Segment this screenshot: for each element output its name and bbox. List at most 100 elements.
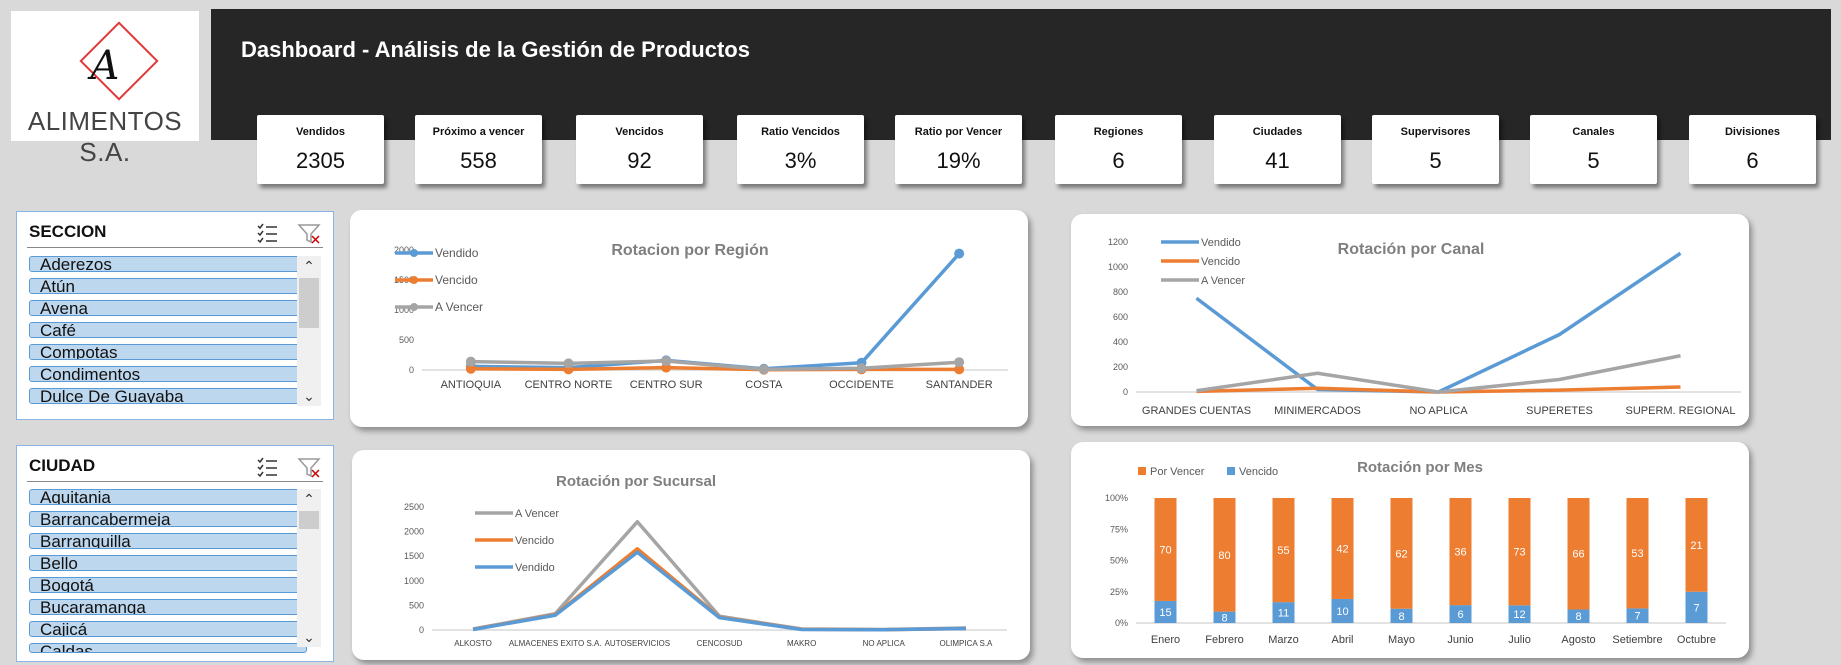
kpi-label: Canales [1572,126,1615,138]
legend-marker [410,303,418,311]
slicer-item[interactable]: Bogotá [29,577,307,593]
kpi-value: 92 [627,148,652,173]
slicer-item[interactable]: Barranquilla [29,533,307,549]
scrollbar[interactable]: ⌃ ⌄ [297,489,321,647]
slicer-item[interactable]: Dulce De Guayaba [29,388,307,404]
slicer-item[interactable]: Bucaramanga [29,599,307,615]
kpi-value: 3% [784,148,817,173]
scrollbar-thumb[interactable] [299,278,319,328]
x-tick-label: Julio [1508,634,1531,646]
chart-title: Rotación por Sucursal [556,473,716,490]
series-line-a-vencer [1196,354,1681,394]
scroll-down-icon[interactable]: ⌄ [297,386,321,406]
page-title: Dashboard - Análisis de la Gestión de Pr… [241,37,750,62]
kpi-card-vencidos: Vencidos 92 [576,115,703,184]
x-tick-label: CENTRO NORTE [525,379,613,391]
y-tick-label: 25% [1110,587,1128,597]
kpi-label: Próximo a vencer [432,126,525,138]
x-tick-label: OCCIDENTE [829,379,894,391]
multi-select-icon[interactable] [256,222,278,244]
legend-label: Vendido [1201,237,1241,249]
kpi-card-regiones: Regiones 6 [1055,115,1182,184]
y-tick-label: 75% [1110,524,1128,534]
y-tick-label: 50% [1110,556,1128,566]
legend-label: Vencido [515,535,554,547]
legend-label: A Vencer [515,508,559,520]
legend-label: Vendido [435,246,479,260]
kpi-value: 558 [460,148,497,173]
scrollbar-thumb[interactable] [299,511,319,529]
slicer-item[interactable]: Avena [29,300,307,316]
multi-select-icon[interactable] [256,456,278,478]
slicer-item[interactable]: Bello [29,555,307,571]
slicer-header: SECCION [27,220,323,248]
kpi-label: Divisiones [1724,126,1781,138]
y-tick-label: 1000 [404,576,424,586]
data-label: 8 [1398,611,1404,623]
data-label: 80 [1218,550,1230,562]
kpi-card-ratio-vencidos: Ratio Vencidos 3% [737,115,864,184]
y-tick-label: 0 [1123,387,1128,397]
chart-card-mes: Rotación por Mes 0% 25% 50% 75% 100% 15 70 Enero… [1071,442,1749,658]
y-tick-label: 500 [409,600,424,610]
slicer-title: SECCION [29,222,107,241]
kpi-card-divisiones: Divisiones 6 [1689,115,1816,184]
kpi-label: Ciudades [1252,126,1303,138]
y-tick-label: 600 [1113,312,1128,322]
kpi-label: Regiones [1093,126,1144,138]
legend-marker [410,249,418,257]
x-tick-label: SANTANDER [926,379,993,391]
legend-label: Vencido [1239,466,1278,478]
chart-rotacion-por-region: Rotacion por Región0500100015002000ANTIO… [394,242,1008,391]
slicer-item[interactable]: Café [29,322,307,338]
slicer-item[interactable]: Compotas [29,344,307,360]
x-tick-label: Abril [1331,634,1353,646]
data-label: 66 [1572,549,1584,561]
legend-swatch [1227,467,1235,475]
y-tick-label: 100% [1105,493,1128,503]
data-label: 62 [1395,548,1407,560]
kpi-card-ratio-por-vencer: Ratio por Vencer 19% [895,115,1022,184]
chart-title: Rotación por Mes [1357,459,1483,476]
scroll-down-icon[interactable]: ⌄ [297,627,321,647]
data-point [661,356,672,366]
scroll-up-icon[interactable]: ⌃ [297,256,321,276]
y-tick-label: 1000 [1108,262,1128,272]
x-tick-label: CENTRO SUR [630,379,703,391]
slicer-ciudad: CIUDAD Aquitania Barrancabermeja Barranq… [16,445,334,662]
kpi-value: 19% [936,148,981,173]
data-label: 21 [1690,540,1702,552]
x-tick-label: GRANDES CUENTAS [1142,405,1251,417]
chart-rotacion-por-canal: Rotación por Canal 0 200 400 600 800 1000 1200 G… [1108,237,1741,417]
data-label: 11 [1278,608,1289,620]
kpi-label: Ratio por Vencer [914,126,1003,138]
slicer-item[interactable]: Aquitania [29,489,307,505]
slicer-item[interactable]: Atún [29,278,307,294]
clear-filter-icon[interactable] [297,456,321,480]
scrollbar[interactable]: ⌃ ⌄ [297,256,321,406]
slicer-item[interactable]: Cajicá [29,621,307,637]
y-tick-label: 2000 [404,527,424,537]
data-point [954,357,965,368]
y-tick-label: 0 [419,625,424,635]
kpi-label: Ratio Vencidos [761,126,840,138]
scroll-up-icon[interactable]: ⌃ [297,489,321,509]
slicer-seccion: SECCION Aderezos Atún Avena Café Compota… [16,211,334,420]
slicer-item[interactable]: Aderezos [29,256,307,272]
y-tick-label: 1200 [1108,237,1128,247]
data-label: 10 [1336,606,1348,618]
x-tick-label: NO APLICA [1409,405,1468,417]
legend-label: A Vencer [1201,275,1245,287]
slicer-item[interactable]: Barrancabermeja [29,511,307,527]
x-tick-label: Agosto [1561,634,1595,646]
kpi-card-vendidos: Vendidos 2305 [257,115,384,184]
kpi-card-ciudades: Ciudades 41 [1214,115,1341,184]
y-tick-label: 2500 [404,502,424,512]
chart-card-sucursal: Rotación por Sucursal 0 500 1000 1500 2000 250… [352,450,1030,660]
slicer-item[interactable]: Condimentos [29,366,307,382]
data-label: 8 [1575,611,1581,623]
slicer-item[interactable]: Caldas [29,643,307,653]
clear-filter-icon[interactable] [297,222,321,246]
x-tick-label: Setiembre [1612,634,1662,646]
x-tick-label: Octubre [1677,634,1716,646]
